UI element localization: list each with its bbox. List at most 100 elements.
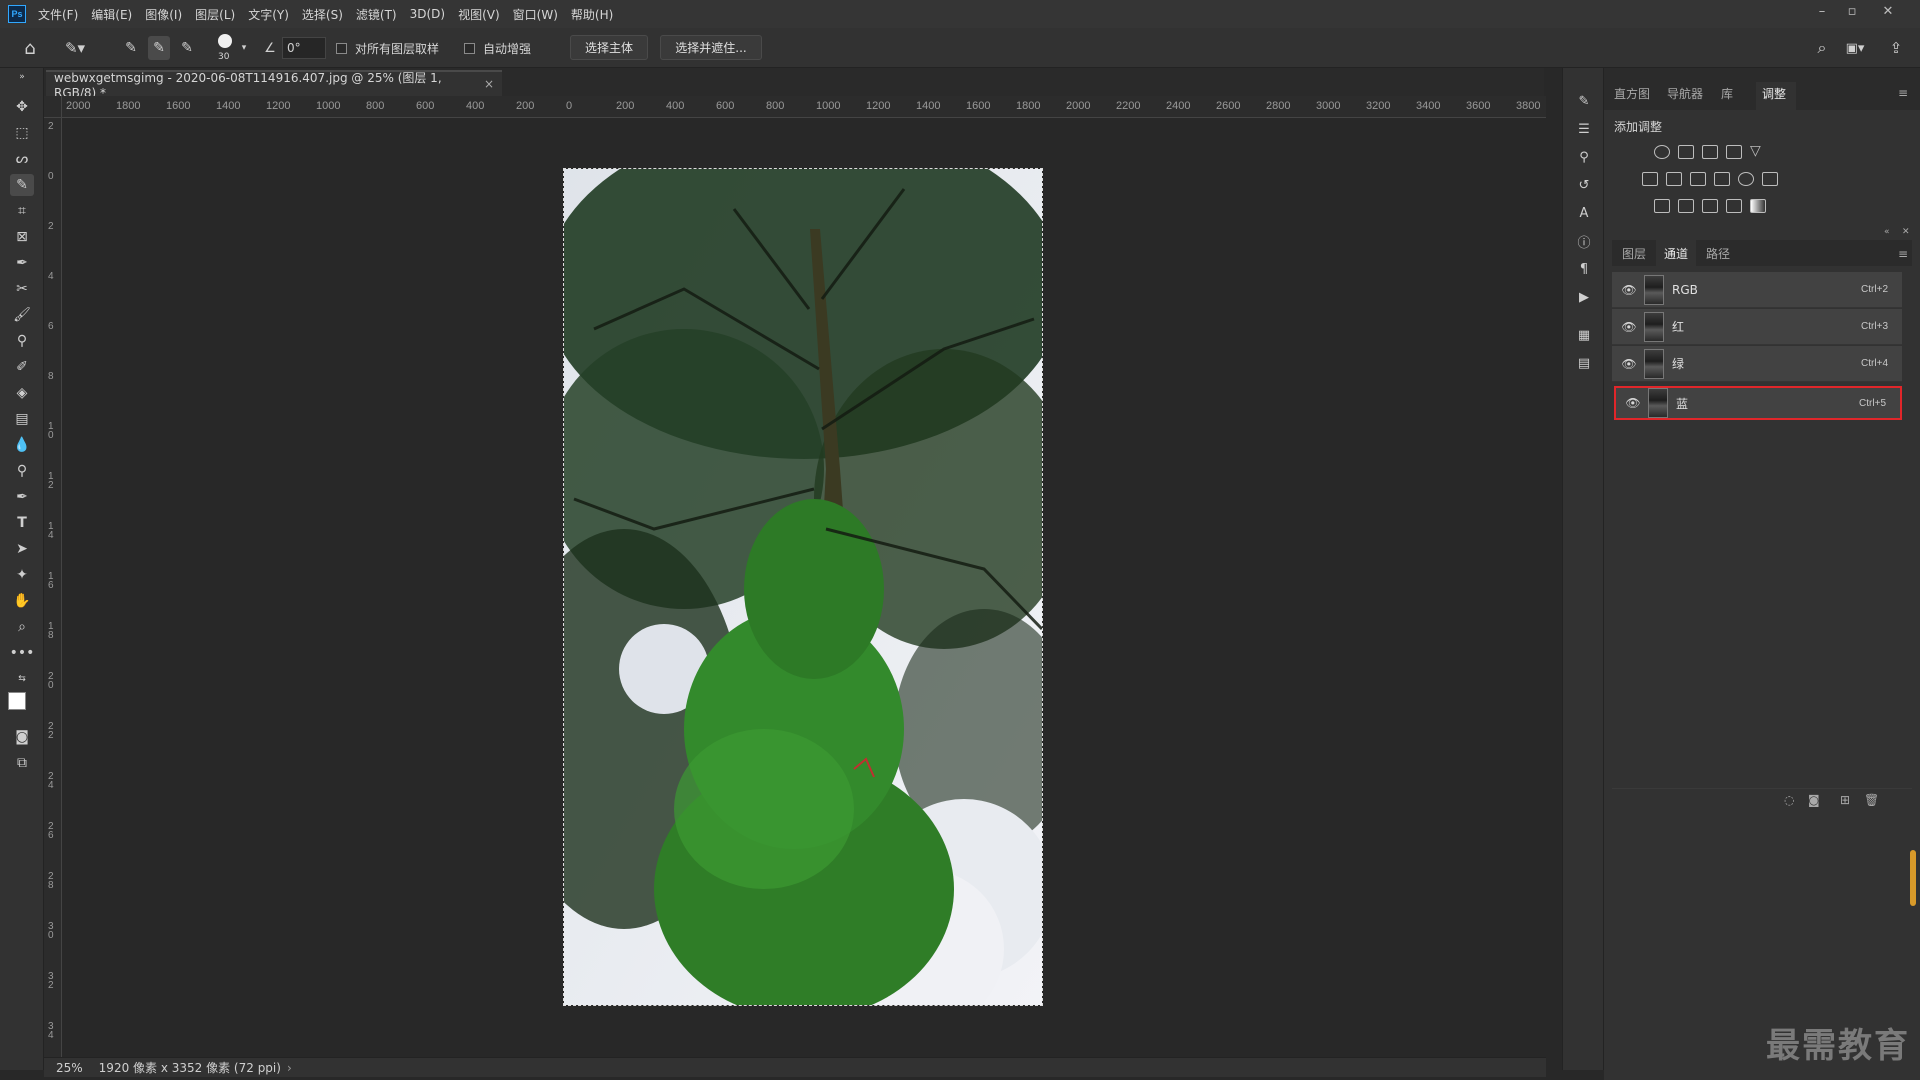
menu-view[interactable]: 视图(V) xyxy=(458,6,500,23)
zoom-level[interactable]: 25% xyxy=(56,1061,83,1075)
blur-tool-icon[interactable]: 💧 xyxy=(10,434,34,456)
ruler-origin[interactable] xyxy=(44,96,62,118)
crop-tool-icon[interactable]: ⌗ xyxy=(10,200,34,222)
brush-tool-icon[interactable]: 🖌 xyxy=(10,304,34,326)
vertical-ruler[interactable]: 2 0 2 4 6 8 1 0 1 2 1 4 1 6 1 8 2 0 2 2 2 4 2 6 2 8 3 0 3… xyxy=(44,118,62,1057)
menu-3d[interactable]: 3D(D) xyxy=(410,7,445,21)
frame-tool-icon[interactable]: ⊠ xyxy=(10,226,34,248)
menu-image[interactable]: 图像(I) xyxy=(145,6,182,23)
pen-tool-icon[interactable]: ✒ xyxy=(10,486,34,508)
menu-layer[interactable]: 图层(L) xyxy=(195,6,235,23)
levels-icon[interactable] xyxy=(1678,145,1694,159)
menu-window[interactable]: 窗口(W) xyxy=(513,6,558,23)
panel-scrollbar[interactable] xyxy=(1910,850,1916,906)
brush-size-icon[interactable] xyxy=(214,32,236,50)
quick-mask-icon[interactable]: ◙ xyxy=(10,726,34,748)
delete-channel-icon[interactable]: 🗑 xyxy=(1864,793,1879,807)
stamp-tool-icon[interactable]: ⚲ xyxy=(10,330,34,352)
lasso-tool-icon[interactable]: ᔕ xyxy=(10,148,34,170)
shape-tool-icon[interactable]: ✦ xyxy=(10,564,34,586)
history-icon[interactable]: ↺ xyxy=(1573,174,1595,196)
close-panel-icon[interactable]: ✕ xyxy=(1902,227,1910,237)
panel-menu-icon[interactable]: ≡ xyxy=(1898,86,1908,100)
tab-paths[interactable]: 路径 xyxy=(1706,245,1730,262)
brush-settings-icon[interactable]: ✎ xyxy=(1573,90,1595,112)
gradient-map-icon[interactable] xyxy=(1750,199,1766,213)
minimize-icon[interactable]: – xyxy=(1808,0,1836,22)
document-tab[interactable]: webwxgetmsgimg - 2020-06-08T114916.407.j… xyxy=(46,70,502,100)
document-image[interactable] xyxy=(563,168,1043,1006)
select-and-mask-button[interactable]: 选择并遮住... xyxy=(660,35,762,60)
save-selection-channel-icon[interactable]: ◙ xyxy=(1808,793,1820,807)
menu-type[interactable]: 文字(Y) xyxy=(248,6,289,23)
subtract-selection-brush-icon[interactable]: ✎ xyxy=(176,36,198,60)
invert-icon[interactable] xyxy=(1654,199,1670,213)
search-icon[interactable]: ⌕ xyxy=(1810,36,1834,60)
properties-icon[interactable]: ☰ xyxy=(1573,118,1595,140)
info-icon[interactable]: ⓘ xyxy=(1573,230,1595,252)
eyedropper-tool-icon[interactable]: ✒ xyxy=(10,252,34,274)
chevron-down-icon[interactable]: ▾ xyxy=(238,38,250,58)
select-subject-button[interactable]: 选择主体 xyxy=(570,35,648,60)
swap-colors-icon[interactable]: ⇆ xyxy=(10,668,34,690)
home-icon[interactable]: ⌂ xyxy=(18,36,42,60)
visibility-eye-icon[interactable]: 👁 xyxy=(1618,357,1640,371)
load-channel-selection-icon[interactable]: ◌ xyxy=(1784,793,1794,807)
zoom-tool-icon[interactable]: ⌕ xyxy=(10,616,34,638)
tab-adjustments[interactable]: 调整 xyxy=(1762,85,1786,102)
new-selection-brush-icon[interactable]: ✎ xyxy=(120,36,142,60)
more-tools-icon[interactable]: ••• xyxy=(10,642,35,664)
tab-channels[interactable]: 通道 xyxy=(1664,245,1688,262)
eraser-tool-icon[interactable]: ◈ xyxy=(10,382,34,404)
clone-source-icon[interactable]: ⚲ xyxy=(1573,146,1595,168)
menu-file[interactable]: 文件(F) xyxy=(38,6,78,23)
quick-selection-tool-icon[interactable]: ✎ xyxy=(10,174,34,196)
posterize-icon[interactable] xyxy=(1678,199,1694,213)
menu-help[interactable]: 帮助(H) xyxy=(571,6,613,23)
collapse-panel-icon[interactable]: « xyxy=(1884,227,1890,237)
menu-select[interactable]: 选择(S) xyxy=(302,6,343,23)
channel-row-rgb[interactable]: 👁 RGB Ctrl+2 xyxy=(1612,272,1902,308)
tab-libraries[interactable]: 库 xyxy=(1721,85,1733,102)
visibility-eye-icon[interactable]: 👁 xyxy=(1618,320,1640,334)
new-channel-icon[interactable]: ⊞ xyxy=(1840,793,1850,807)
exposure-icon[interactable] xyxy=(1726,145,1742,159)
tab-navigator[interactable]: 导航器 xyxy=(1667,85,1703,102)
visibility-eye-icon[interactable]: 👁 xyxy=(1618,283,1640,297)
color-balance-icon[interactable] xyxy=(1666,172,1682,186)
black-white-icon[interactable] xyxy=(1690,172,1706,186)
vibrance-icon[interactable]: ▽ xyxy=(1750,143,1761,159)
restore-icon[interactable]: ▫ xyxy=(1838,0,1866,22)
tab-histogram[interactable]: 直方图 xyxy=(1614,85,1650,102)
add-to-selection-brush-icon[interactable]: ✎ xyxy=(148,36,170,60)
share-icon[interactable]: ⇪ xyxy=(1884,36,1908,60)
menu-filter[interactable]: 滤镜(T) xyxy=(356,6,397,23)
angle-input[interactable]: 0° xyxy=(282,37,326,59)
type-tool-icon[interactable]: T xyxy=(10,512,34,534)
actions-icon[interactable]: ▶ xyxy=(1573,286,1595,308)
auto-enhance-checkbox[interactable] xyxy=(464,43,475,54)
status-chevron-icon[interactable]: › xyxy=(287,1061,292,1075)
paragraph-icon[interactable]: ¶ xyxy=(1573,258,1595,280)
color-lookup-icon[interactable] xyxy=(1762,172,1778,186)
threshold-icon[interactable] xyxy=(1702,199,1718,213)
brightness-icon[interactable] xyxy=(1654,145,1670,159)
sample-all-layers-checkbox[interactable] xyxy=(336,43,347,54)
path-selection-tool-icon[interactable]: ➤ xyxy=(10,538,34,560)
selective-color-icon[interactable] xyxy=(1726,199,1742,213)
curves-icon[interactable] xyxy=(1702,145,1718,159)
healing-tool-icon[interactable]: ✂ xyxy=(10,278,34,300)
photo-filter-icon[interactable] xyxy=(1714,172,1730,186)
layer-comps-icon[interactable]: ▦ xyxy=(1573,324,1595,346)
notes-icon[interactable]: ▤ xyxy=(1573,352,1595,374)
channel-row-blue[interactable]: 👁 蓝 Ctrl+5 xyxy=(1614,386,1902,420)
horizontal-ruler[interactable]: 2000 1800 1600 1400 1200 1000 800 600 400 200 0 200… xyxy=(62,96,1546,118)
tab-layers[interactable]: 图层 xyxy=(1622,245,1646,262)
history-brush-tool-icon[interactable]: ✐ xyxy=(10,356,34,378)
channel-row-green[interactable]: 👁 绿 Ctrl+4 xyxy=(1612,346,1902,382)
foreground-color-swatch[interactable] xyxy=(8,692,26,710)
visibility-eye-icon[interactable]: 👁 xyxy=(1622,396,1644,410)
character-icon[interactable]: A xyxy=(1573,202,1595,224)
hand-tool-icon[interactable]: ✋ xyxy=(10,590,34,612)
workspace-icon[interactable]: ▣▾ xyxy=(1840,36,1870,60)
